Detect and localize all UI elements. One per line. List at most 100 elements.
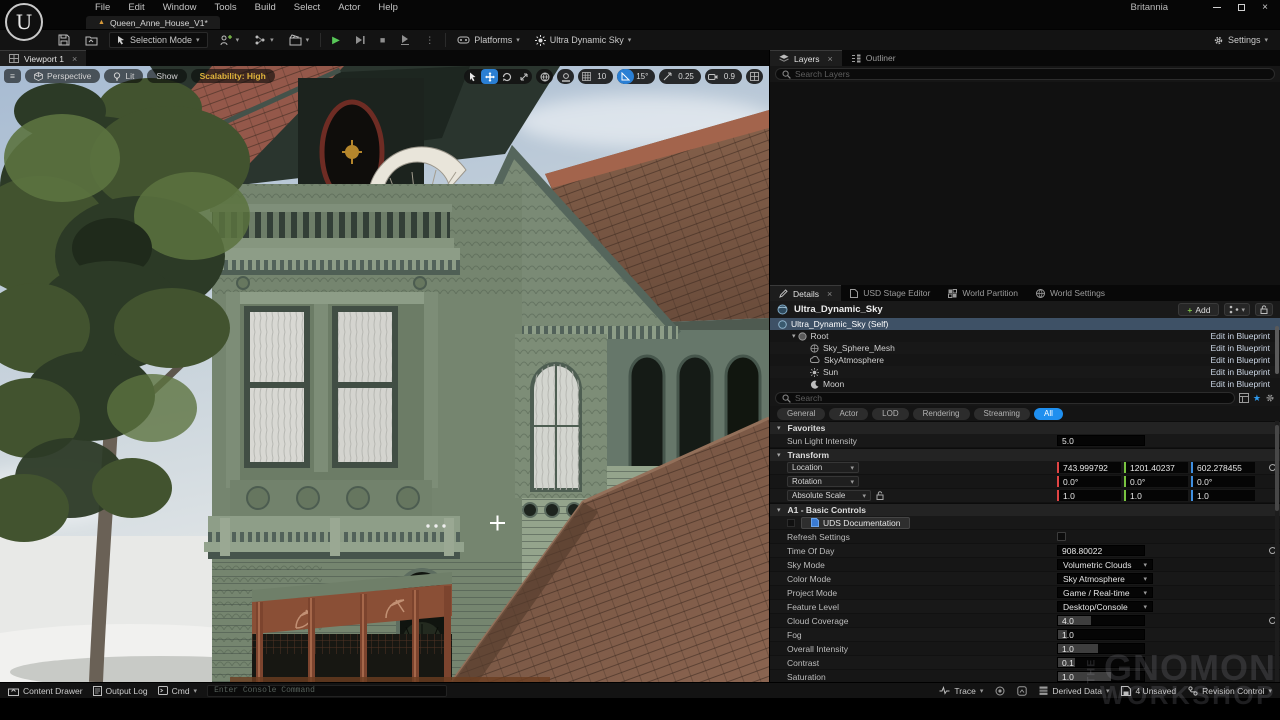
- filter-general[interactable]: General: [777, 408, 825, 420]
- edit-in-blueprint-link[interactable]: Edit in Blueprint: [1210, 355, 1270, 365]
- scale-z-input[interactable]: 1.0: [1191, 490, 1255, 501]
- cloud-coverage-slider[interactable]: 4.0: [1057, 615, 1145, 626]
- world-space-icon[interactable]: [536, 69, 553, 84]
- scale-tool-icon[interactable]: [515, 69, 532, 84]
- output-log-button[interactable]: Output Log: [93, 686, 148, 696]
- location-y-input[interactable]: 1201.40237: [1124, 462, 1188, 473]
- filter-rendering[interactable]: Rendering: [913, 408, 970, 420]
- status-icon-b[interactable]: [1017, 686, 1027, 696]
- add-actor-button[interactable]: ▾: [215, 33, 244, 47]
- location-x-input[interactable]: 743.999792: [1057, 462, 1121, 473]
- cinematics-button[interactable]: ▾: [285, 33, 314, 47]
- section-transform[interactable]: ▾ Transform: [770, 448, 1280, 461]
- refresh-settings-checkbox[interactable]: [1057, 532, 1066, 541]
- feature-level-dropdown[interactable]: Desktop/Console▾: [1057, 601, 1153, 612]
- tree-row-self[interactable]: Ultra_Dynamic_Sky (Self): [770, 318, 1280, 330]
- content-drawer-button[interactable]: Content Drawer: [8, 686, 83, 696]
- menu-edit[interactable]: Edit: [119, 2, 153, 13]
- project-mode-dropdown[interactable]: Game / Real-time▾: [1057, 587, 1153, 598]
- viewport-canvas[interactable]: ≡ Perspective Lit Show Scalability: High: [0, 66, 769, 682]
- close-icon[interactable]: ×: [828, 54, 833, 64]
- scale-x-input[interactable]: 1.0: [1057, 490, 1121, 501]
- add-component-button[interactable]: + Add: [1178, 303, 1219, 316]
- tab-world-settings[interactable]: World Settings: [1027, 285, 1114, 301]
- display-options-icon[interactable]: [1239, 393, 1249, 403]
- play-options-kebab-icon[interactable]: ⋮: [421, 34, 438, 47]
- expand-arrow-icon[interactable]: ▾: [792, 332, 796, 340]
- properties-scrollbar[interactable]: [1275, 425, 1279, 511]
- filter-actor[interactable]: Actor: [829, 408, 868, 420]
- advance-frame-button[interactable]: [396, 34, 414, 46]
- fog-slider[interactable]: 1.0: [1057, 629, 1145, 640]
- menu-file[interactable]: File: [86, 2, 119, 13]
- tree-scrollbar[interactable]: [1275, 326, 1279, 374]
- play-button[interactable]: ▶: [328, 34, 344, 47]
- menu-window[interactable]: Window: [154, 2, 206, 13]
- contrast-slider[interactable]: 0.1: [1057, 657, 1145, 668]
- tree-row-moon[interactable]: Moon Edit in Blueprint: [770, 378, 1280, 390]
- rotation-snap-control[interactable]: 15°: [617, 69, 655, 84]
- scale-snap-control[interactable]: 0.25: [659, 69, 701, 84]
- edit-in-blueprint-link[interactable]: Edit in Blueprint: [1210, 343, 1270, 353]
- select-tool-icon[interactable]: [464, 69, 481, 84]
- section-basic-controls[interactable]: ▾ A1 - Basic Controls: [770, 503, 1280, 516]
- scale-y-input[interactable]: 1.0: [1124, 490, 1188, 501]
- unlock-icon[interactable]: [876, 491, 884, 500]
- tree-row-sun[interactable]: Sun Edit in Blueprint: [770, 366, 1280, 378]
- menu-select[interactable]: Select: [285, 2, 329, 13]
- time-of-day-input[interactable]: 908.80022: [1057, 545, 1145, 556]
- settings-dropdown[interactable]: Settings ▾: [1209, 34, 1272, 47]
- favorites-star-icon[interactable]: ★: [1253, 393, 1261, 404]
- uds-documentation-button[interactable]: UDS Documentation: [801, 517, 910, 529]
- edit-in-blueprint-link[interactable]: Edit in Blueprint: [1210, 367, 1270, 377]
- viewport-tab[interactable]: Viewport 1 ×: [0, 50, 86, 66]
- filter-lod[interactable]: LOD: [872, 408, 908, 420]
- tab-outliner[interactable]: Outliner: [842, 50, 905, 66]
- blueprints-button[interactable]: ▾: [250, 33, 278, 47]
- status-icon-a[interactable]: [995, 686, 1005, 696]
- rotation-x-input[interactable]: 0.0°: [1057, 476, 1121, 487]
- details-settings-icon[interactable]: [1265, 393, 1275, 403]
- filter-streaming[interactable]: Streaming: [974, 408, 1030, 420]
- minimize-button[interactable]: [1212, 3, 1222, 13]
- close-icon[interactable]: ×: [72, 54, 77, 64]
- derived-data-dropdown[interactable]: Derived Data ▾: [1039, 686, 1109, 696]
- selection-mode-dropdown[interactable]: Selection Mode ▾: [109, 32, 208, 48]
- saturation-slider[interactable]: 1.0: [1057, 671, 1145, 682]
- tree-row-root[interactable]: ▾ Root Edit in Blueprint: [770, 330, 1280, 342]
- rotation-y-input[interactable]: 0.0°: [1124, 476, 1188, 487]
- color-mode-dropdown[interactable]: Sky Atmosphere▾: [1057, 573, 1153, 584]
- grid-snap-control[interactable]: 10: [578, 69, 613, 84]
- menu-build[interactable]: Build: [246, 2, 285, 13]
- content-browser-icon[interactable]: [81, 33, 102, 47]
- location-z-input[interactable]: 602.278455: [1191, 462, 1255, 473]
- rotation-z-input[interactable]: 0.0°: [1191, 476, 1255, 487]
- edit-in-blueprint-link[interactable]: Edit in Blueprint: [1210, 331, 1270, 341]
- lock-button[interactable]: [1255, 303, 1273, 316]
- rotation-dropdown[interactable]: Rotation▾: [787, 476, 859, 487]
- sun-light-intensity-input[interactable]: 5.0: [1057, 435, 1145, 446]
- stop-button[interactable]: ■: [376, 34, 389, 46]
- layers-search-input[interactable]: [775, 68, 1275, 80]
- layers-list-empty[interactable]: [770, 82, 1280, 285]
- section-favorites[interactable]: ▾ Favorites: [770, 421, 1280, 434]
- scale-dropdown[interactable]: Absolute Scale▾: [787, 490, 871, 501]
- sky-mode-dropdown[interactable]: Volumetric Clouds▾: [1057, 559, 1153, 570]
- trace-dropdown[interactable]: Trace ▾: [939, 686, 983, 696]
- blueprint-options-button[interactable]: ▾: [1224, 303, 1250, 316]
- close-icon[interactable]: ×: [827, 289, 832, 299]
- tab-world-partition[interactable]: World Partition: [939, 285, 1027, 301]
- viewport-scene[interactable]: [0, 66, 769, 682]
- menu-help[interactable]: Help: [369, 2, 407, 13]
- rotate-tool-icon[interactable]: [498, 69, 515, 84]
- overall-intensity-slider[interactable]: 1.0: [1057, 643, 1145, 654]
- maximize-viewport-icon[interactable]: [746, 69, 763, 84]
- menu-actor[interactable]: Actor: [329, 2, 369, 13]
- platforms-dropdown[interactable]: Platforms ▾: [453, 34, 524, 46]
- tab-details[interactable]: Details ×: [770, 285, 841, 301]
- menu-tools[interactable]: Tools: [205, 2, 245, 13]
- revision-control-dropdown[interactable]: Revision Control ▾: [1188, 686, 1272, 696]
- tab-usd-stage-editor[interactable]: USD Stage Editor: [841, 285, 939, 301]
- unsaved-indicator[interactable]: 4 Unsaved: [1121, 686, 1176, 696]
- tree-row-sky-sphere-mesh[interactable]: Sky_Sphere_Mesh Edit in Blueprint: [770, 342, 1280, 354]
